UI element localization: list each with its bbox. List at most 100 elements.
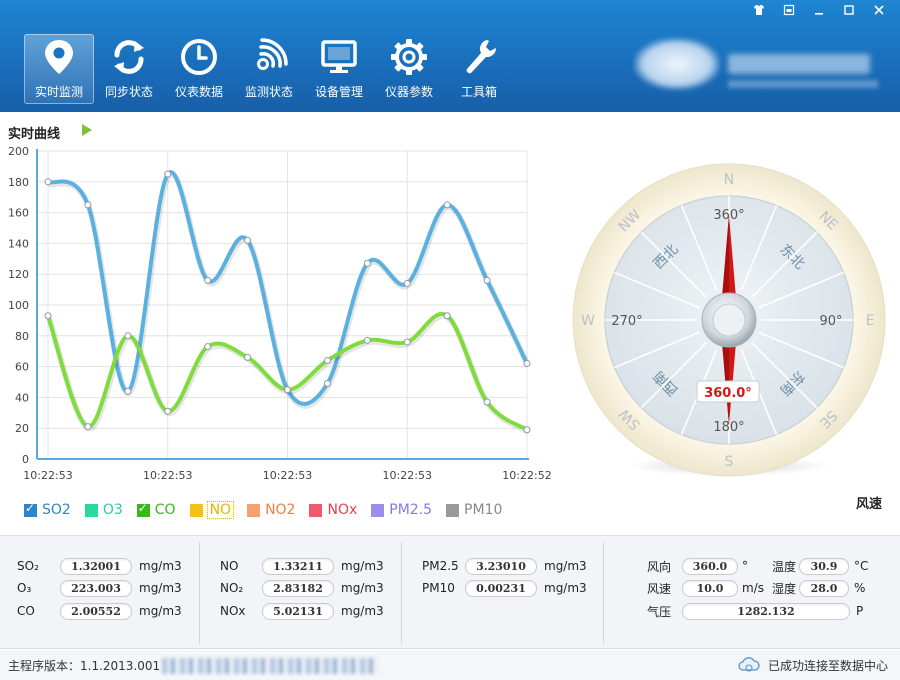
legend-item-so2[interactable]: SO2 [24, 501, 71, 518]
legend-label: NO [206, 501, 235, 519]
toolbar-device-management[interactable]: 设备管理 [304, 34, 374, 104]
data-point-co [403, 338, 411, 346]
reading-unit: mg/m3 [544, 559, 587, 573]
reading-unit: mg/m3 [139, 581, 182, 595]
reading-value: 360.0 [682, 557, 738, 575]
legend-item-co[interactable]: CO [136, 501, 176, 518]
legend-item-nox[interactable]: NOx [309, 502, 357, 518]
legend-checkbox[interactable] [309, 503, 323, 517]
wind-speed-label: 风速 [856, 497, 883, 512]
x-tick-label: 10:22:53 [263, 469, 312, 482]
redacted-info [162, 658, 378, 674]
compass-direction-e: E [866, 313, 875, 329]
play-icon[interactable] [82, 124, 92, 136]
skin-button[interactable] [746, 2, 772, 22]
minimize-button[interactable] [806, 2, 832, 22]
data-point-co [523, 426, 531, 434]
toolbar-toolbox[interactable]: 工具箱 [444, 34, 514, 104]
reading-label: 湿度 [772, 581, 797, 596]
data-point-so2 [323, 380, 331, 388]
reading-no: NO 1.33211 mg/m3 [220, 556, 384, 576]
shirt-icon [754, 5, 764, 15]
reading-wind-speed: 风速 10.0 m/s 湿度 28.0 % [647, 578, 865, 598]
data-point-so2 [523, 360, 531, 368]
panel-col-weather: 风向 360.0 ° 温度 30.9 °C 风速 10.0 m/s 湿度 28.… [604, 536, 900, 650]
reading-unit: mg/m3 [341, 581, 384, 595]
data-point-co [124, 332, 132, 340]
toolbar-label: 仪器参数 [384, 85, 433, 99]
toolbar-label: 监测状态 [244, 85, 293, 99]
monitor-icon [321, 40, 357, 73]
legend-checkbox[interactable] [446, 503, 460, 517]
reading-value: 28.0 [799, 579, 849, 597]
clock-icon [181, 39, 217, 75]
reading-label: PM2.5 [422, 559, 459, 573]
data-point-so2 [363, 259, 371, 267]
y-tick-label: 0 [22, 453, 29, 466]
reading-no2: NO₂ 2.83182 mg/m3 [220, 578, 384, 598]
legend-checkbox[interactable] [247, 503, 261, 517]
panel-col-gases-1: SO₂ 1.32001 mg/m3 O₃ 223.003 mg/m3 CO 2.… [0, 536, 198, 650]
reading-nox: NOx 5.02131 mg/m3 [220, 601, 384, 621]
window-controls [746, 2, 892, 22]
legend-checkbox[interactable] [371, 503, 385, 517]
reading-label: PM10 [422, 581, 455, 595]
reading-label: CO [17, 604, 35, 618]
legend-label: CO [154, 502, 176, 518]
y-tick-label: 160 [8, 207, 29, 220]
legend-item-no2[interactable]: NO2 [247, 502, 295, 518]
data-point-so2 [244, 236, 252, 244]
legend-item-no[interactable]: NO [189, 501, 235, 519]
reading-value: 5.02131 [262, 602, 334, 620]
toolbar-sync-status[interactable]: 同步状态 [94, 34, 164, 104]
reading-value: 10.0 [682, 579, 738, 597]
reading-unit: mg/m3 [544, 581, 587, 595]
legend-label: O3 [102, 502, 123, 518]
toolbar-monitor-status[interactable]: 监测状态 [234, 34, 304, 104]
realtime-line-chart: 0 20 40 60 80 100 120 140 160 180 200 10:22:53 10:22… [8, 145, 552, 482]
reading-value: 3.23010 [465, 557, 537, 575]
x-tick-label: 10:22:53 [23, 469, 72, 482]
toolbar-label: 同步状态 [104, 85, 153, 99]
reading-unit: mg/m3 [341, 604, 384, 618]
reading-pm25: PM2.5 3.23010 mg/m3 [422, 556, 587, 576]
brand-logo [632, 36, 882, 96]
legend-checkbox[interactable] [84, 503, 98, 517]
toolbar-instrument-params[interactable]: 仪器参数 [374, 34, 444, 104]
version-text: 主程序版本：1.1.2013.001 [8, 659, 161, 673]
chart-legend: SO2 O3 CO NO NO2 NOx PM2.5 PM10 [24, 501, 516, 519]
data-point-co [164, 407, 172, 415]
data-point-co [483, 398, 491, 406]
compass-degree-w: 270° [611, 314, 642, 329]
legend-label: SO2 [42, 502, 71, 518]
reading-value: 2.00552 [60, 602, 132, 620]
compass-direction-s: S [725, 454, 734, 470]
compass-direction-n: N [724, 172, 734, 188]
y-tick-label: 40 [15, 391, 29, 404]
legend-item-o3[interactable]: O3 [84, 502, 123, 518]
wind-compass: NNEESESSWWNW 360°90°180°270°东北东南西南西北 360.… [572, 163, 886, 477]
legend-item-pm10[interactable]: PM10 [446, 502, 502, 518]
toolbar-meter-data[interactable]: 仪表数据 [164, 34, 234, 104]
data-point-co [323, 356, 331, 364]
y-tick-label: 60 [15, 361, 29, 374]
data-point-so2 [84, 201, 92, 209]
legend-item-pm25[interactable]: PM2.5 [371, 502, 432, 518]
legend-checkbox[interactable] [189, 503, 203, 517]
app-header: 实时监测 同步状态 仪表数据 监测状态 设备管理 仪器参数 工具箱 [0, 0, 900, 112]
legend-checkbox[interactable] [24, 501, 37, 517]
reading-label: O₃ [17, 581, 32, 595]
reading-value: 0.00231 [465, 579, 537, 597]
reading-label: 风向 [647, 559, 672, 574]
maximize-button[interactable] [836, 2, 862, 22]
reading-unit: mg/m3 [139, 604, 182, 618]
y-tick-label: 200 [8, 145, 29, 158]
close-button[interactable] [866, 2, 892, 22]
toolbar-realtime-monitor[interactable]: 实时监测 [24, 34, 94, 104]
mini-mode-button[interactable] [776, 2, 802, 22]
location-pin-icon [45, 40, 73, 74]
legend-checkbox[interactable] [136, 501, 150, 517]
reading-value: 1.32001 [60, 557, 132, 575]
reading-label: NOx [220, 604, 246, 618]
connection-status: 已成功连接至数据中心 [768, 659, 889, 673]
